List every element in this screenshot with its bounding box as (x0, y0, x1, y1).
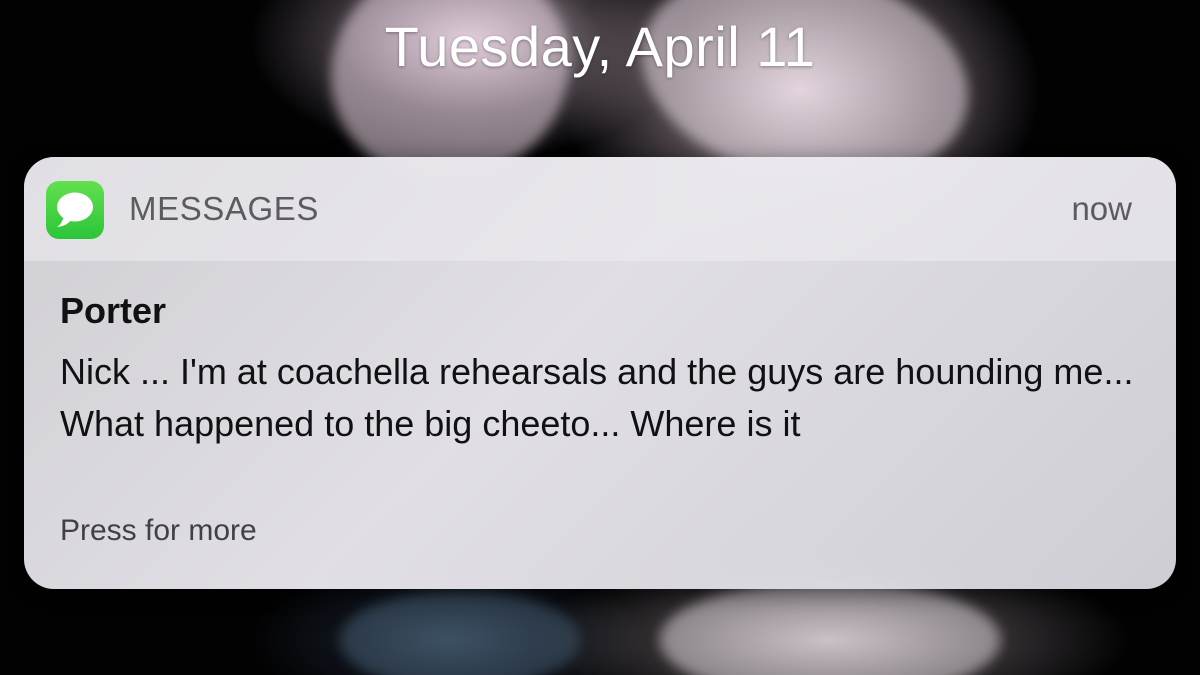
message-preview: Nick ... I'm at coachella rehearsals and… (60, 351, 1134, 444)
messages-icon (46, 181, 104, 239)
lock-screen-date: Tuesday, April 11 (384, 15, 816, 78)
app-name: MESSAGES (129, 190, 320, 227)
press-for-more-hint: Press for more (60, 514, 257, 547)
notification-header: MESSAGES now (24, 157, 1176, 261)
notification-time: now (1071, 190, 1132, 227)
sender-name: Porter (60, 290, 167, 331)
wallpaper-fish-fin (340, 590, 580, 675)
wallpaper-fish-fin (660, 580, 1000, 675)
lock-screen: Tuesday, April 11 MESSAGES now Porter Ni… (0, 0, 1200, 675)
message-notification[interactable]: MESSAGES now Porter Nick ... I'm at coac… (24, 157, 1176, 589)
